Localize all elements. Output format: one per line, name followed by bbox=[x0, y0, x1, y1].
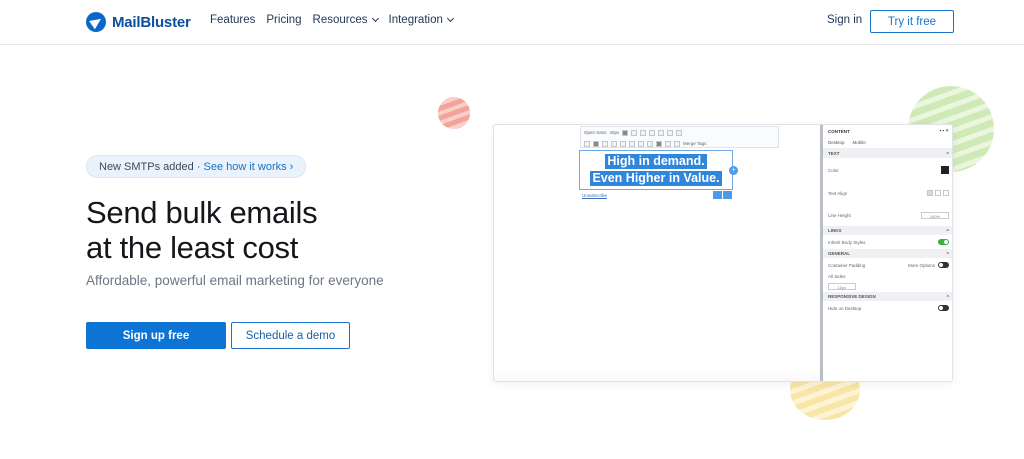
row-padding-value: 10px bbox=[823, 280, 952, 292]
toggle-off bbox=[938, 305, 949, 311]
row-color: Color bbox=[823, 158, 952, 182]
row-hide-desktop: Hide on Desktop bbox=[823, 301, 952, 315]
row-text-align: Text Align bbox=[823, 182, 952, 204]
title-line-2: at the least cost bbox=[86, 230, 299, 265]
signin-link[interactable]: Sign in bbox=[827, 14, 862, 26]
brand-logo[interactable]: MailBluster bbox=[86, 11, 191, 33]
row-label: All Sides bbox=[828, 273, 846, 279]
line-height-input: 140% bbox=[921, 211, 949, 219]
nav-label: Pricing bbox=[266, 14, 302, 26]
email-editor-preview: Open Sans 40px Merge Tags High in demand… bbox=[493, 124, 953, 382]
toggle-on bbox=[938, 239, 949, 245]
page-subtitle: Affordable, powerful email marketing for… bbox=[86, 273, 384, 288]
nav-label: Integration bbox=[388, 14, 443, 26]
delete-icon bbox=[713, 191, 722, 199]
row-line-height: Line Height 140% bbox=[823, 204, 952, 226]
bold-icon bbox=[622, 129, 629, 136]
main-menu: Features Pricing Resources Integration bbox=[210, 14, 454, 26]
more-options-label: More Options bbox=[907, 262, 935, 268]
toggle-off bbox=[938, 262, 949, 268]
row-label: Line Height bbox=[828, 212, 851, 218]
schedule-demo-button[interactable]: Schedule a demo bbox=[231, 322, 350, 349]
row-label: Color bbox=[828, 167, 839, 173]
link-icon bbox=[665, 140, 671, 147]
align-left-icon bbox=[584, 140, 590, 147]
row-label: Container Padding bbox=[828, 262, 866, 268]
row-all-sides: All Sides bbox=[823, 272, 952, 280]
align-center-icon bbox=[593, 140, 599, 147]
tab-mobile: Mobile bbox=[852, 140, 866, 145]
block-actions bbox=[713, 191, 732, 199]
pill-link[interactable]: See how it works bbox=[203, 161, 286, 173]
row-inherit-body: Inherit Body Styles bbox=[823, 235, 952, 249]
highlight-icon bbox=[638, 140, 644, 147]
align-right-icon bbox=[602, 140, 608, 147]
nav-item-integration[interactable]: Integration bbox=[388, 14, 454, 26]
page-title: Send bulk emails at the least cost bbox=[86, 195, 318, 265]
chevron-down-icon bbox=[446, 14, 454, 23]
nav-item-pricing[interactable]: Pricing bbox=[266, 14, 301, 26]
merge-tags-select: Merge Tags bbox=[683, 141, 707, 146]
add-block-icon: + bbox=[729, 166, 738, 175]
device-tabs: Desktop Mobile bbox=[823, 137, 952, 149]
duplicate-icon bbox=[723, 191, 732, 199]
image-icon bbox=[674, 140, 680, 147]
nav-label: Resources bbox=[312, 14, 368, 26]
color-swatch bbox=[941, 166, 949, 174]
decorative-planet-pink bbox=[438, 97, 470, 129]
font-select: Open Sans bbox=[584, 130, 607, 135]
section-label: GENERAL bbox=[828, 251, 851, 256]
section-label: TEXT bbox=[828, 151, 840, 156]
row-label: Inherit Body Styles bbox=[828, 239, 866, 245]
selected-text-block: High in demand. Even Higher in Value. bbox=[579, 150, 733, 190]
subscript-icon bbox=[667, 129, 674, 136]
superscript-icon bbox=[658, 129, 665, 136]
section-general: GENERAL ^ bbox=[823, 249, 952, 258]
chevron-right-icon: › bbox=[289, 160, 294, 173]
editor-canvas: Open Sans 40px Merge Tags High in demand… bbox=[494, 125, 820, 381]
underline-icon bbox=[640, 129, 647, 136]
pill-text: New SMTPs added · bbox=[99, 160, 201, 173]
section-text: TEXT ^ bbox=[823, 149, 952, 158]
section-links: LINKS ^ bbox=[823, 226, 952, 235]
emoji-icon bbox=[676, 129, 683, 136]
padding-input: 10px bbox=[828, 282, 856, 290]
announcement-pill[interactable]: New SMTPs added · See how it works › bbox=[86, 155, 307, 178]
section-label: LINKS bbox=[828, 228, 842, 233]
nav-item-resources[interactable]: Resources bbox=[312, 14, 379, 26]
text-line-2: Even Higher in Value. bbox=[590, 171, 722, 186]
text-direction-icon bbox=[656, 140, 662, 147]
panel-title: CONTENT bbox=[828, 128, 850, 134]
panel-header: CONTENT ▪ ▪ ✕ bbox=[823, 125, 952, 137]
brand-name: MailBluster bbox=[112, 13, 191, 31]
content-panel: CONTENT ▪ ▪ ✕ Desktop Mobile TEXT ^ Color… bbox=[823, 125, 952, 381]
row-label: Text Align bbox=[828, 190, 848, 196]
row-label: Hide on Desktop bbox=[828, 305, 862, 311]
title-line-1: Send bulk emails bbox=[86, 195, 318, 230]
size-select: 40px bbox=[609, 130, 620, 135]
tab-desktop: Desktop bbox=[828, 140, 845, 145]
nav-item-features[interactable]: Features bbox=[210, 14, 255, 26]
number-list-icon bbox=[620, 140, 626, 147]
bullet-list-icon bbox=[611, 140, 617, 147]
chevron-down-icon bbox=[371, 14, 379, 23]
signup-button[interactable]: Sign up free bbox=[86, 322, 226, 349]
strike-icon bbox=[649, 129, 656, 136]
align-buttons bbox=[927, 190, 949, 196]
table-icon bbox=[647, 140, 653, 147]
italic-icon bbox=[631, 129, 638, 136]
rocket-logo-icon bbox=[86, 12, 106, 32]
section-label: RESPONSIVE DESIGN bbox=[828, 294, 876, 299]
top-navbar: MailBluster Features Pricing Resources I… bbox=[0, 0, 1024, 45]
text-toolbar: Open Sans 40px Merge Tags bbox=[580, 126, 779, 148]
unsubscribe-link: Unsubscribe bbox=[582, 193, 608, 198]
section-responsive: RESPONSIVE DESIGN ^ bbox=[823, 292, 952, 301]
try-free-button[interactable]: Try it free bbox=[870, 10, 954, 33]
text-line-1: High in demand. bbox=[605, 154, 707, 169]
canvas-footer bbox=[494, 369, 820, 381]
nav-label: Features bbox=[210, 14, 256, 26]
text-color-icon bbox=[629, 140, 635, 147]
row-container-padding: Container Padding More Options bbox=[823, 258, 952, 272]
panel-actions-icon: ▪ ▪ ✕ bbox=[939, 128, 949, 133]
